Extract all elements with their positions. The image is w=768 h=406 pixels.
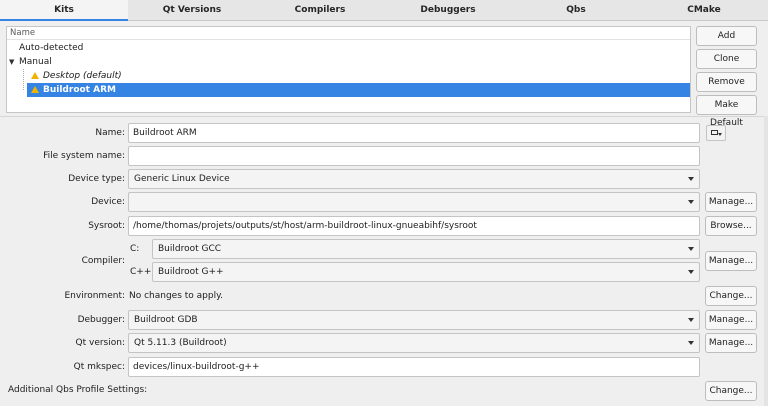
monitor-icon [711, 130, 718, 135]
cpp-compiler-value: Buildroot G++ [158, 267, 224, 277]
device-type-select[interactable]: Generic Linux Device [128, 169, 700, 189]
tree-item-label: Auto-detected [19, 43, 84, 53]
add-button[interactable]: Add [696, 26, 757, 46]
tab-cmake[interactable]: CMake [640, 0, 768, 20]
c-compiler-select[interactable]: Buildroot GCC [152, 239, 700, 259]
mkspec-field[interactable]: devices/linux-buildroot-g++ [128, 357, 700, 377]
device-type-value: Generic Linux Device [134, 174, 230, 184]
chevron-down-icon [688, 247, 694, 251]
tree-item-desktop[interactable]: Desktop (default) [7, 69, 690, 83]
tab-bar: Kits Qt Versions Compilers Debuggers Qbs… [0, 0, 768, 21]
remove-button[interactable]: Remove [696, 72, 757, 92]
tree-item-buildroot-arm[interactable]: Buildroot ARM [27, 83, 690, 97]
name-label: Name: [95, 128, 125, 138]
name-field[interactable]: Buildroot ARM [128, 123, 700, 143]
manage-device-button[interactable]: Manage... [705, 192, 757, 212]
tab-kits[interactable]: Kits [0, 0, 128, 21]
tab-qt-versions[interactable]: Qt Versions [128, 0, 256, 20]
mkspec-label: Qt mkspec: [73, 362, 125, 372]
sysroot-label: Sysroot: [88, 221, 125, 231]
tree-item-label: Desktop (default) [43, 71, 122, 81]
manage-qtversion-button[interactable]: Manage... [705, 333, 757, 353]
device-label: Device: [91, 197, 125, 207]
warning-icon [31, 86, 39, 93]
fsname-label: File system name: [43, 151, 125, 161]
tree-item-auto-detected[interactable]: Auto-detected [7, 41, 690, 55]
qtversion-value: Qt 5.11.3 (Buildroot) [134, 338, 227, 348]
chevron-down-icon [688, 177, 694, 181]
qtversion-label: Qt version: [75, 338, 125, 348]
scrollbar[interactable] [764, 116, 768, 406]
browse-button[interactable]: Browse... [705, 216, 757, 236]
clone-button[interactable]: Clone [696, 49, 757, 69]
device-select[interactable] [128, 192, 700, 212]
manage-debugger-button[interactable]: Manage... [705, 310, 757, 330]
qbs-settings-label: Additional Qbs Profile Settings: [8, 385, 148, 395]
chevron-down-icon [718, 133, 722, 136]
cpp-label: C++: [130, 267, 155, 277]
debugger-label: Debugger: [77, 315, 125, 325]
manage-compiler-button[interactable]: Manage... [705, 251, 757, 271]
c-label: C: [130, 244, 140, 254]
divider [0, 116, 768, 117]
environment-value: No changes to apply. [129, 291, 224, 301]
debugger-value: Buildroot GDB [134, 315, 198, 325]
change-environment-button[interactable]: Change... [705, 286, 757, 306]
cpp-compiler-select[interactable]: Buildroot G++ [152, 262, 700, 282]
tab-debuggers[interactable]: Debuggers [384, 0, 512, 20]
tree-item-label: Manual [19, 57, 52, 67]
chevron-down-icon [688, 270, 694, 274]
chevron-down-icon [688, 341, 694, 345]
environment-label: Environment: [64, 291, 126, 301]
tree-item-manual[interactable]: ▼ Manual [7, 55, 690, 69]
warning-icon [31, 72, 39, 79]
change-qbs-button[interactable]: Change... [705, 381, 757, 401]
device-selector-button[interactable] [706, 125, 726, 141]
tab-qbs[interactable]: Qbs [512, 0, 640, 20]
make-default-button[interactable]: Make Default [696, 95, 757, 128]
c-compiler-value: Buildroot GCC [158, 244, 222, 254]
kits-tree[interactable]: Name Auto-detected ▼ Manual Desktop (def… [6, 26, 691, 113]
debugger-select[interactable]: Buildroot GDB [128, 310, 700, 330]
tree-item-label: Buildroot ARM [43, 85, 116, 95]
chevron-down-icon [688, 318, 694, 322]
qtversion-select[interactable]: Qt 5.11.3 (Buildroot) [128, 333, 700, 353]
tab-compilers[interactable]: Compilers [256, 0, 384, 20]
fsname-field[interactable] [128, 146, 700, 166]
tree-header-name: Name [7, 27, 690, 40]
chevron-down-icon [688, 200, 694, 204]
sysroot-field[interactable]: /home/thomas/projets/outputs/st/host/arm… [128, 216, 700, 236]
device-type-label: Device type: [68, 174, 125, 184]
expand-arrow-icon[interactable]: ▼ [9, 55, 14, 69]
compiler-label: Compiler: [81, 256, 125, 266]
